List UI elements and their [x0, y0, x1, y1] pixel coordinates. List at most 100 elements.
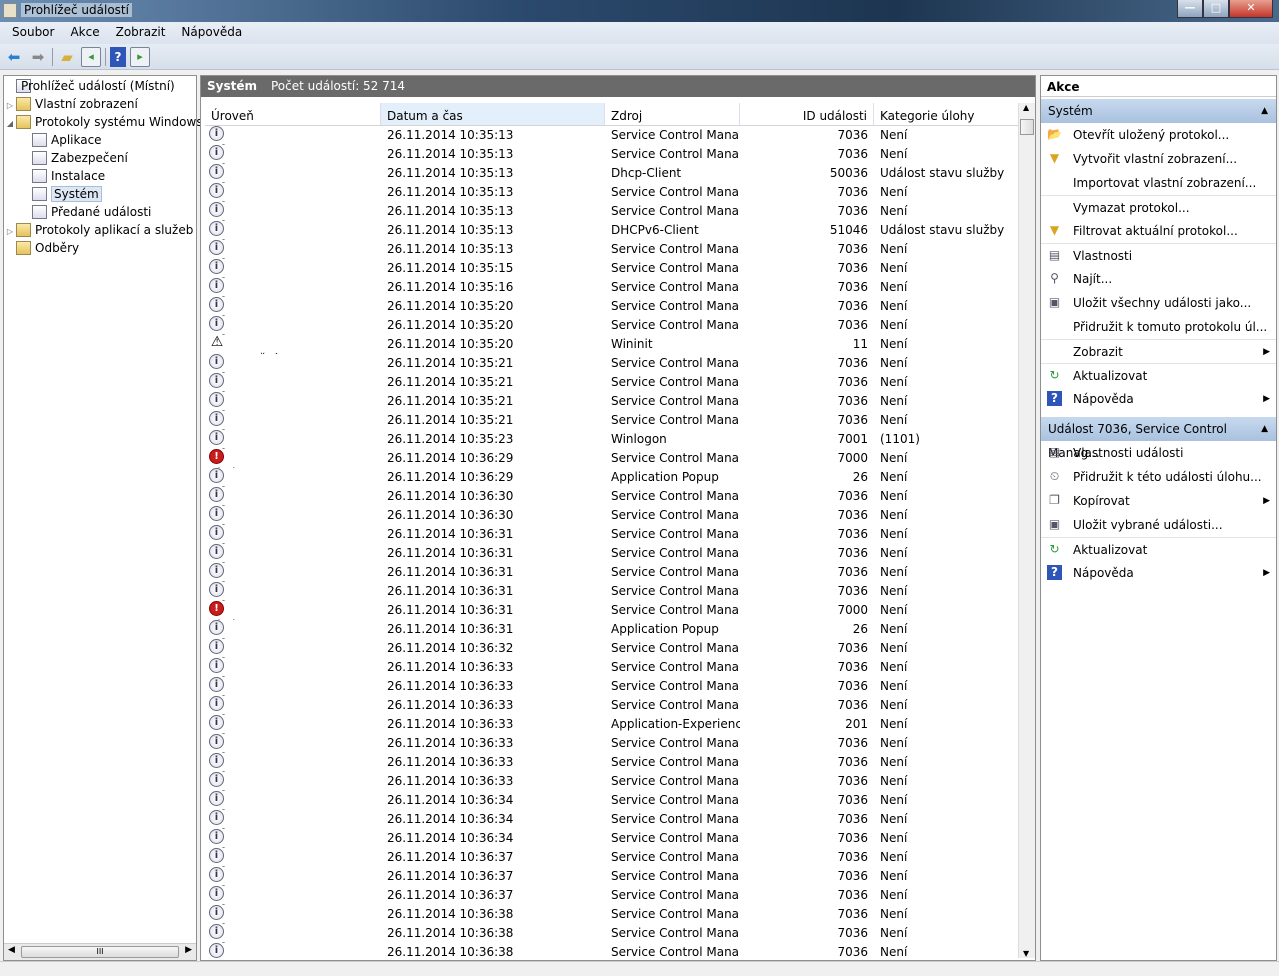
horizontal-scrollbar[interactable]: ◀ III ▶ — [4, 943, 196, 960]
show-tree-icon[interactable]: ◂ — [81, 46, 101, 67]
table-row[interactable]: iInformace 26.11.2014 10:36:37 Service Con… — [205, 886, 1019, 905]
table-row[interactable]: iInformace 26.11.2014 10:35:16 Service Con… — [205, 278, 1019, 297]
table-row[interactable]: iInformace 26.11.2014 10:36:29 Application… — [205, 468, 1019, 487]
tree-item-subscriptions[interactable]: Odběry — [4, 239, 196, 257]
table-row[interactable]: iInformace 26.11.2014 10:36:33 Service Con… — [205, 772, 1019, 791]
table-row[interactable]: iInformace 26.11.2014 10:35:13 Service Con… — [205, 183, 1019, 202]
scroll-thumb[interactable]: III — [21, 946, 179, 958]
table-row[interactable]: iInformace 26.11.2014 10:36:30 Service Con… — [205, 506, 1019, 525]
table-row[interactable]: iInformace 26.11.2014 10:35:13 Service Con… — [205, 126, 1019, 145]
action-item[interactable]: Zobrazit — [1041, 339, 1276, 363]
tree-item-root[interactable]: Prohlížeč událostí (Místní) — [4, 77, 196, 95]
table-row[interactable]: iInformace 26.11.2014 10:35:13 DHCPv6-Clie… — [205, 221, 1019, 240]
table-row[interactable]: iInformace 26.11.2014 10:36:33 Service Con… — [205, 753, 1019, 772]
table-row[interactable]: iInformace 26.11.2014 10:36:33 Service Con… — [205, 658, 1019, 677]
table-row[interactable]: iInformace 26.11.2014 10:36:31 Service Con… — [205, 563, 1019, 582]
action-item[interactable]: ? Nápověda — [1041, 387, 1276, 411]
table-row[interactable]: iInformace 26.11.2014 10:36:31 Service Con… — [205, 525, 1019, 544]
table-row[interactable]: iInformace 26.11.2014 10:35:23 Winlogon 700… — [205, 430, 1019, 449]
action-item[interactable]: Vymazat protokol... — [1041, 195, 1276, 219]
table-row[interactable]: iInformace 26.11.2014 10:35:13 Service Con… — [205, 202, 1019, 221]
table-row[interactable]: iInformace 26.11.2014 10:36:38 Service Con… — [205, 943, 1019, 958]
tree-item-application[interactable]: Aplikace — [4, 131, 196, 149]
action-item[interactable]: Přidružit k tomuto protokolu úl... — [1041, 315, 1276, 339]
action-item[interactable]: 📂 Otevřít uložený protokol... — [1041, 123, 1276, 147]
tree-item-app-service-logs[interactable]: ▷ Protokoly aplikací a služeb — [4, 221, 196, 239]
table-row[interactable]: iInformace 26.11.2014 10:36:33 Service Con… — [205, 696, 1019, 715]
table-row[interactable]: iInformace 26.11.2014 10:35:13 Dhcp-Client… — [205, 164, 1019, 183]
action-item[interactable]: ▤ Vlastnosti — [1041, 243, 1276, 267]
table-row[interactable]: iInformace 26.11.2014 10:35:21 Service Con… — [205, 392, 1019, 411]
table-row[interactable]: iInformace 26.11.2014 10:35:20 Service Con… — [205, 316, 1019, 335]
table-row[interactable]: iInformace 26.11.2014 10:35:15 Service Con… — [205, 259, 1019, 278]
action-item[interactable]: Importovat vlastní zobrazení... — [1041, 171, 1276, 195]
column-level[interactable]: Úroveň — [205, 103, 381, 125]
action-item[interactable]: ▣ Uložit všechny události jako... — [1041, 291, 1276, 315]
maximize-button[interactable]: □ — [1203, 0, 1229, 18]
column-source[interactable]: Zdroj — [605, 103, 740, 125]
table-row[interactable]: iInformace 26.11.2014 10:35:21 Service Con… — [205, 354, 1019, 373]
table-row[interactable]: iInformace 26.11.2014 10:36:33 Service Con… — [205, 734, 1019, 753]
action-item[interactable]: ↻ Aktualizovat — [1041, 537, 1276, 561]
table-row[interactable]: iInformace 26.11.2014 10:35:20 Service Con… — [205, 297, 1019, 316]
table-row[interactable]: iInformace 26.11.2014 10:35:21 Service Con… — [205, 373, 1019, 392]
table-row[interactable]: iInformace 26.11.2014 10:36:34 Service Con… — [205, 791, 1019, 810]
actions-section-header[interactable]: Událost 7036, Service Control Manag... — [1041, 417, 1276, 460]
show-actions-icon[interactable]: ▸ — [130, 46, 150, 67]
close-button[interactable]: ✕ — [1229, 0, 1273, 18]
table-row[interactable]: iInformace 26.11.2014 10:36:33 Service Con… — [205, 677, 1019, 696]
table-row[interactable]: iInformace 26.11.2014 10:36:37 Service Con… — [205, 867, 1019, 886]
table-row[interactable]: iInformace 26.11.2014 10:36:38 Service Con… — [205, 905, 1019, 924]
tree-item-setup[interactable]: Instalace — [4, 167, 196, 185]
action-item[interactable]: ? Nápověda — [1041, 561, 1276, 585]
table-row[interactable]: ⚠Upozornění 26.11.2014 10:35:20 Wininit 11 N… — [205, 335, 1019, 354]
column-event-id[interactable]: ID události — [740, 103, 874, 125]
action-item[interactable]: ▤ Vlastnosti události — [1041, 441, 1276, 465]
table-row[interactable]: iInformace 26.11.2014 10:36:31 Application… — [205, 620, 1019, 639]
tree-item-custom-views[interactable]: ▷ Vlastní zobrazení — [4, 95, 196, 113]
vertical-scrollbar[interactable]: ▲ ▼ — [1018, 103, 1035, 958]
table-row[interactable]: iInformace 26.11.2014 10:36:37 Service Con… — [205, 848, 1019, 867]
table-row[interactable]: iInformace 26.11.2014 10:36:31 Service Con… — [205, 582, 1019, 601]
menu-soubor[interactable]: Soubor — [4, 22, 62, 44]
action-item[interactable]: ▼ Filtrovat aktuální protokol... — [1041, 219, 1276, 243]
scroll-thumb[interactable] — [1020, 119, 1034, 135]
column-date-time[interactable]: Datum a čas — [381, 103, 605, 125]
scroll-right-icon[interactable]: ▶ — [185, 945, 192, 955]
minimize-button[interactable]: — — [1177, 0, 1203, 18]
tree-item-system[interactable]: Systém — [4, 185, 196, 203]
tree-item-forwarded[interactable]: Předané události — [4, 203, 196, 221]
scroll-down-icon[interactable]: ▼ — [1023, 949, 1029, 958]
help-icon[interactable]: ? — [110, 46, 126, 67]
scroll-left-icon[interactable]: ◀ — [8, 945, 15, 955]
action-item[interactable]: ⚲ Najít... — [1041, 267, 1276, 291]
menu-akce[interactable]: Akce — [62, 22, 107, 44]
column-task-category[interactable]: Kategorie úlohy — [874, 103, 1019, 125]
table-row[interactable]: iInformace 26.11.2014 10:36:31 Service Con… — [205, 544, 1019, 563]
table-row[interactable]: iInformace 26.11.2014 10:35:21 Service Con… — [205, 411, 1019, 430]
table-row[interactable]: iInformace 26.11.2014 10:36:38 Service Con… — [205, 924, 1019, 943]
table-row[interactable]: iInformace 26.11.2014 10:35:13 Service Con… — [205, 145, 1019, 164]
actions-section-header[interactable]: Systém — [1041, 99, 1276, 123]
back-arrow-icon[interactable]: ⬅ — [4, 47, 24, 67]
up-folder-icon[interactable]: ▰ — [57, 47, 77, 67]
menu-napoveda[interactable]: Nápověda — [173, 22, 250, 44]
action-item[interactable]: ↻ Aktualizovat — [1041, 363, 1276, 387]
table-row[interactable]: !Chyba 26.11.2014 10:36:31 Service Control… — [205, 601, 1019, 620]
table-row[interactable]: !Chyba 26.11.2014 10:36:29 Service Control… — [205, 449, 1019, 468]
table-row[interactable]: iInformace 26.11.2014 10:36:33 Application… — [205, 715, 1019, 734]
table-row[interactable]: iInformace 26.11.2014 10:36:32 Service Con… — [205, 639, 1019, 658]
forward-arrow-icon[interactable]: ➡ — [28, 47, 48, 67]
table-row[interactable]: iInformace 26.11.2014 10:36:30 Service Con… — [205, 487, 1019, 506]
table-row[interactable]: iInformace 26.11.2014 10:36:34 Service Con… — [205, 810, 1019, 829]
action-item[interactable]: ❐ Kopírovat — [1041, 489, 1276, 513]
table-row[interactable]: iInformace 26.11.2014 10:35:13 Service Con… — [205, 240, 1019, 259]
action-item[interactable]: ⏲ Přidružit k této události úlohu... — [1041, 465, 1276, 489]
action-item[interactable]: ▼ Vytvořit vlastní zobrazení... — [1041, 147, 1276, 171]
scroll-up-icon[interactable]: ▲ — [1023, 103, 1029, 112]
tree-item-windows-logs[interactable]: ◢ Protokoly systému Windows — [4, 113, 203, 131]
action-item[interactable]: ▣ Uložit vybrané události... — [1041, 513, 1276, 537]
tree-item-security[interactable]: Zabezpečení — [4, 149, 196, 167]
menu-zobrazit[interactable]: Zobrazit — [108, 22, 174, 44]
table-row[interactable]: iInformace 26.11.2014 10:36:34 Service Con… — [205, 829, 1019, 848]
